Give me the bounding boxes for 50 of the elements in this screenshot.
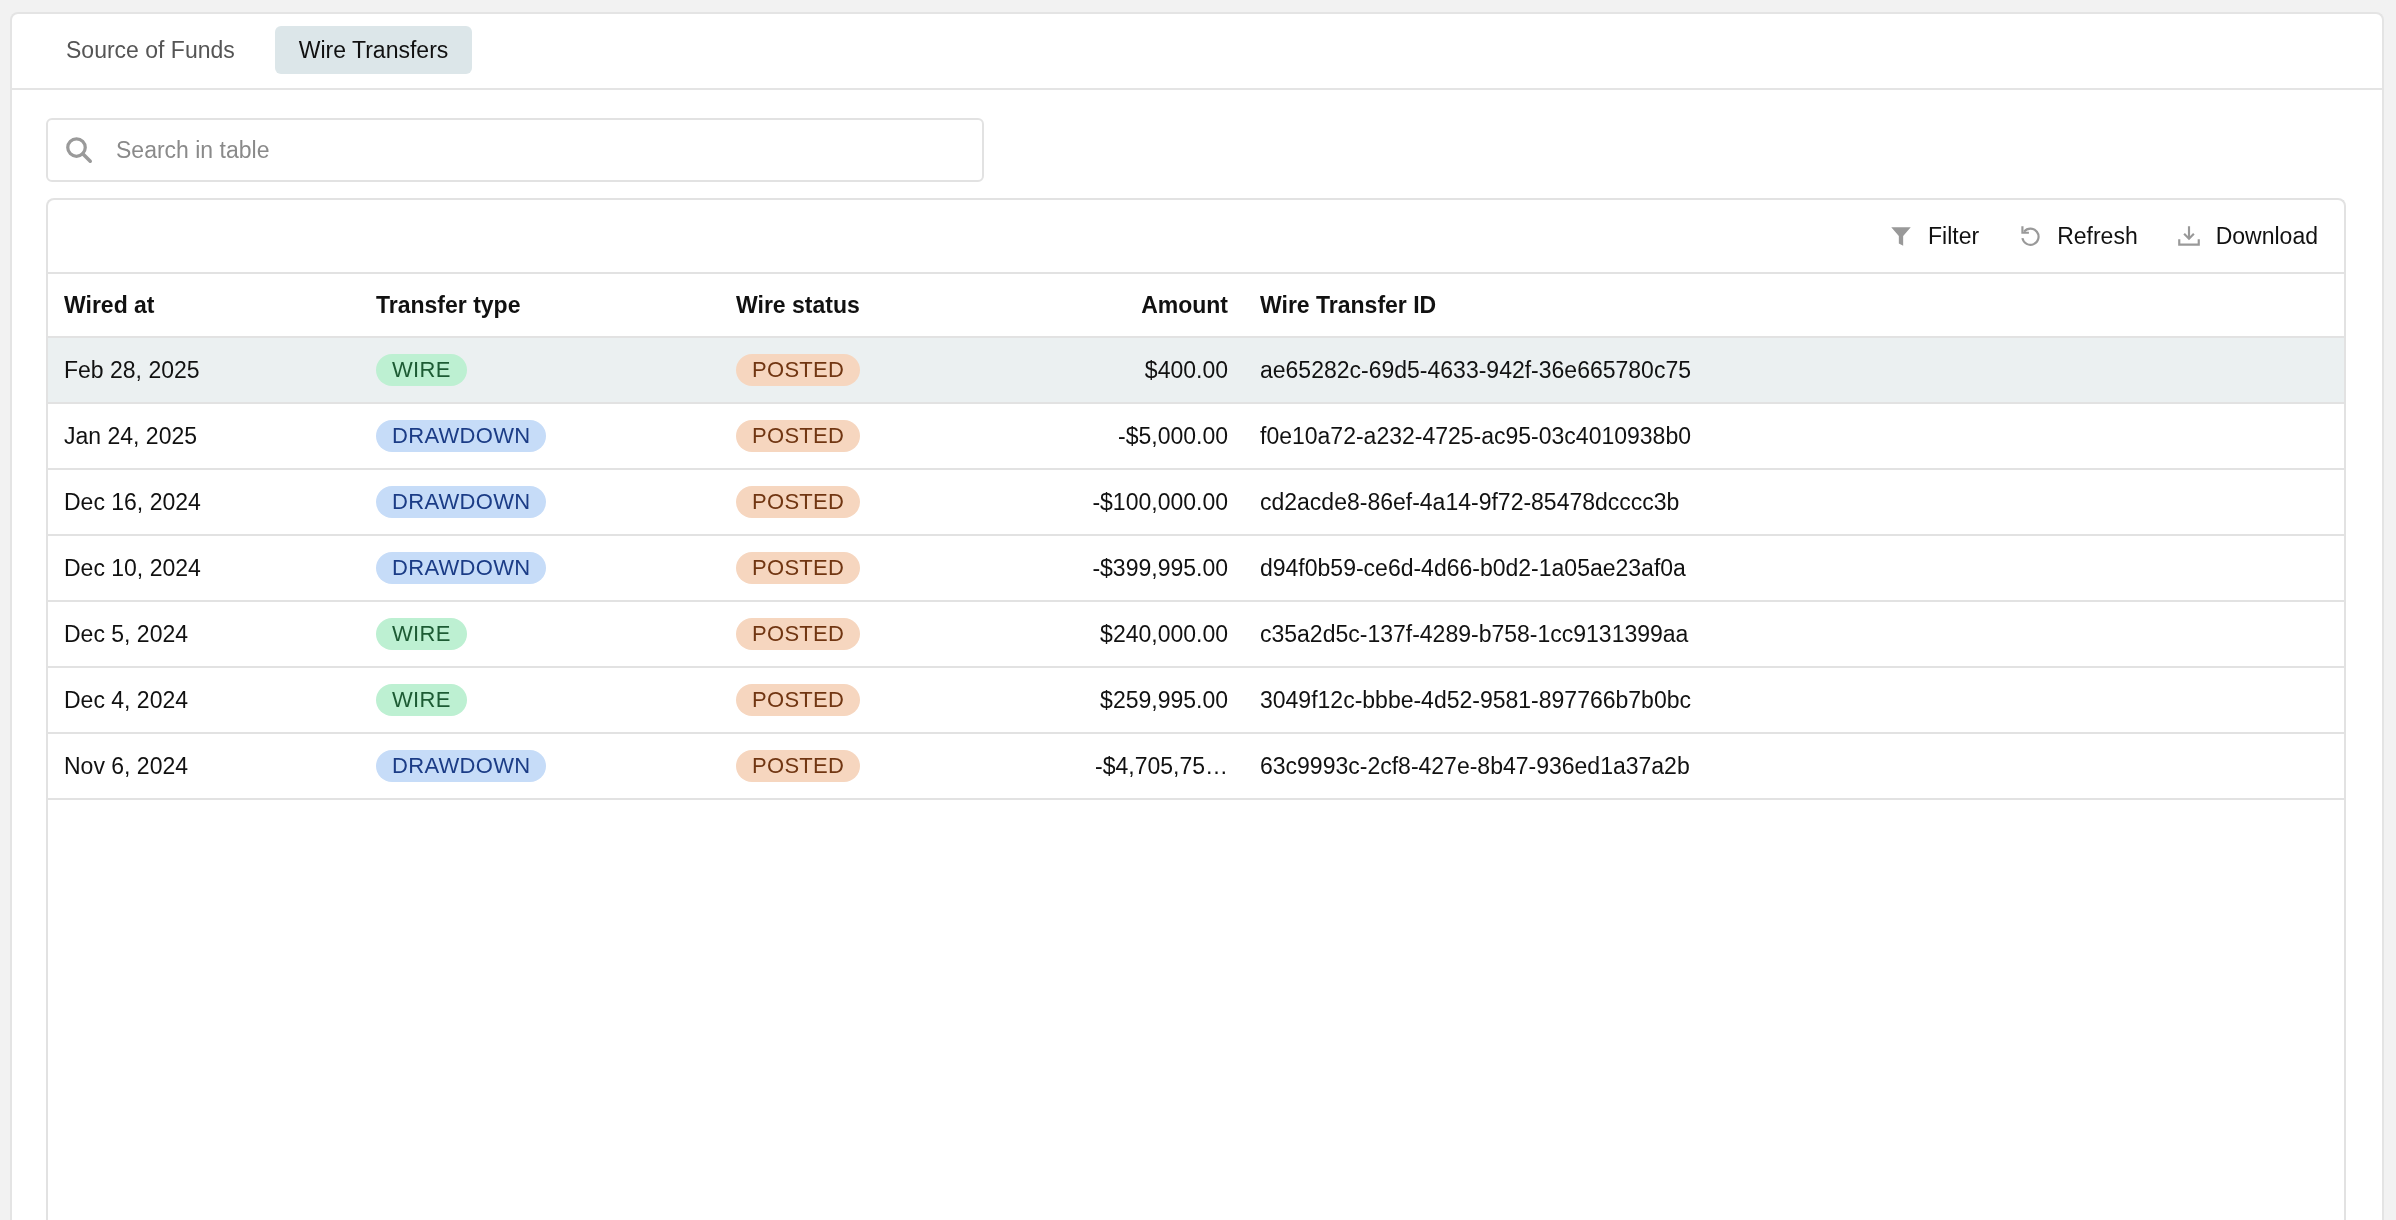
transfer-type-tag: WIRE bbox=[376, 684, 467, 716]
table-cell: $240,000.00 bbox=[1100, 620, 1228, 647]
table-cell: -$100,000.00 bbox=[1092, 488, 1228, 515]
table-cell: f0e10a72-a232-4725-ac95-03c4010938b0 bbox=[1260, 422, 1691, 449]
table-cell: c35a2d5c-137f-4289-b758-1cc9131399aa bbox=[1260, 620, 1689, 647]
table-cell: Dec 16, 2024 bbox=[64, 488, 201, 515]
tab[interactable]: Source of Funds bbox=[42, 26, 259, 74]
table-cell: -$4,705,75… bbox=[1095, 752, 1228, 779]
search-icon bbox=[64, 135, 94, 165]
table-cell: Nov 6, 2024 bbox=[64, 752, 189, 779]
status-tag: POSTED bbox=[736, 552, 861, 584]
table-row[interactable]: Nov 6, 2024 DRAWDOWN POSTED -$4,705,75… 63c9993c-2cf8-427e-8b47-936ed1a37a2b bbox=[48, 733, 2344, 799]
refresh-button[interactable]: Refresh bbox=[2017, 222, 2138, 250]
table-cell: ae65282c-69d5-4633-942f-36e665780c75 bbox=[1260, 356, 1691, 383]
table-cell: d94f0b59-ce6d-4d66-b0d2-1a05ae23af0a bbox=[1260, 554, 1686, 581]
download-button[interactable]: Download bbox=[2175, 222, 2318, 250]
table-cell: 63c9993c-2cf8-427e-8b47-936ed1a37a2b bbox=[1260, 752, 1690, 779]
transfer-type-tag: WIRE bbox=[376, 354, 467, 386]
transfer-type-tag: WIRE bbox=[376, 618, 467, 650]
table-cell: 3049f12c-bbbe-4d52-9581-897766b7b0bc bbox=[1260, 686, 1691, 713]
table-cell: Jan 24, 2025 bbox=[64, 422, 197, 449]
transfer-type-tag: DRAWDOWN bbox=[376, 750, 547, 782]
status-tag: POSTED bbox=[736, 618, 861, 650]
table-cell: -$5,000.00 bbox=[1118, 422, 1228, 449]
transfer-type-tag: DRAWDOWN bbox=[376, 552, 547, 584]
transfer-type-tag: DRAWDOWN bbox=[376, 420, 547, 452]
status-tag: POSTED bbox=[736, 750, 861, 782]
table-cell: $259,995.00 bbox=[1100, 686, 1228, 713]
table-row[interactable]: Dec 4, 2024 WIRE POSTED $259,995.00 3049f12c-bbbe-4d52-9581-897766b7b0bc bbox=[48, 667, 2344, 733]
status-tag: POSTED bbox=[736, 420, 861, 452]
table-cell: $400.00 bbox=[1144, 356, 1228, 383]
download-icon bbox=[2175, 223, 2202, 249]
table-cell: cd2acde8-86ef-4a14-9f72-85478dcccc3b bbox=[1260, 488, 1680, 515]
table-cell: Dec 4, 2024 bbox=[64, 686, 189, 713]
table-cell: Dec 10, 2024 bbox=[64, 554, 201, 581]
status-tag: POSTED bbox=[736, 354, 861, 386]
table-cell: Feb 28, 2025 bbox=[64, 356, 200, 383]
table-cell: Dec 5, 2024 bbox=[64, 620, 189, 647]
status-tag: POSTED bbox=[736, 684, 861, 716]
tab[interactable]: Wire Transfers bbox=[274, 26, 473, 74]
filter-button[interactable]: Filter bbox=[1888, 222, 1980, 250]
table-cell: -$399,995.00 bbox=[1092, 554, 1228, 581]
table-row[interactable]: Dec 10, 2024 DRAWDOWN POSTED -$399,995.00 d94f0b59-ce6d-4d66-b0d2-1a05ae23af0a bbox=[48, 535, 2344, 601]
table-row[interactable]: Dec 16, 2024 DRAWDOWN POSTED -$100,000.00 cd2acde8-86ef-4a14-9f72-85478dcccc3b bbox=[48, 469, 2344, 535]
table-row[interactable]: Dec 5, 2024 WIRE POSTED $240,000.00 c35a2d5c-137f-4289-b758-1cc9131399aa bbox=[48, 601, 2344, 667]
table-row[interactable]: Jan 24, 2025 DRAWDOWN POSTED -$5,000.00 f0e10a72-a232-4725-ac95-03c4010938b0 bbox=[48, 403, 2344, 469]
table-row[interactable]: Feb 28, 2025 WIRE POSTED $400.00 ae65282c-69d5-4633-942f-36e665780c75 bbox=[48, 337, 2344, 403]
status-tag: POSTED bbox=[736, 486, 861, 518]
transfer-type-tag: DRAWDOWN bbox=[376, 486, 547, 518]
search-field[interactable]: Search in table bbox=[46, 118, 984, 182]
